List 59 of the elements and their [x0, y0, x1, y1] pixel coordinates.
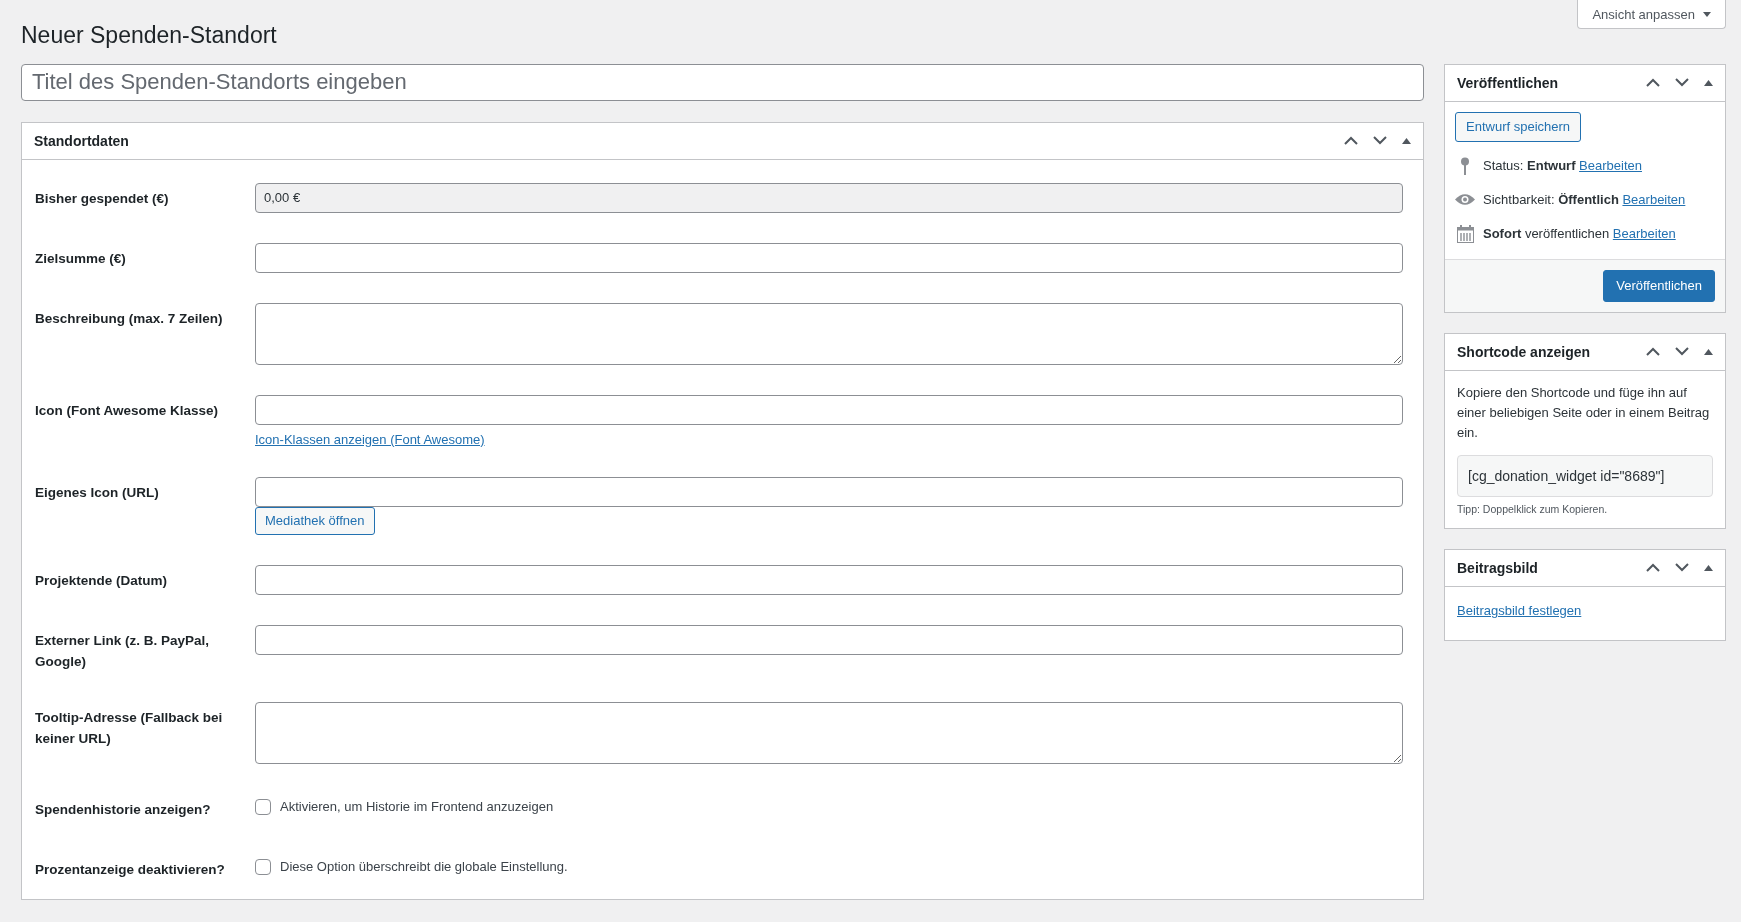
- publish-setting-text: Sichtbarkeit: Öffentlich Bearbeiten: [1483, 192, 1686, 208]
- shortcode-field[interactable]: [cg_donation_widget id="8689"]: [1457, 454, 1713, 497]
- checkbox[interactable]: [255, 798, 271, 815]
- field-label: Eigenes Icon (URL): [35, 483, 160, 502]
- field-label: Bisher gespendet (€): [35, 189, 170, 208]
- edit-link[interactable]: Bearbeiten: [1612, 226, 1676, 242]
- text-area[interactable]: [255, 302, 1403, 365]
- eye-icon: [1455, 193, 1475, 207]
- title-field[interactable]: Titel des Spenden-Standorts eingeben: [21, 63, 1424, 101]
- page-title: Neuer Spenden-Standort: [21, 21, 277, 50]
- chevron-down-icon[interactable]: [1675, 347, 1689, 357]
- media-library-button[interactable]: Mediathek öffnen: [255, 506, 375, 535]
- checkbox-label: Aktivieren, um Historie im Frontend anzuzeigen: [280, 799, 554, 815]
- caret-icon: [1703, 11, 1711, 17]
- chevron-down-icon[interactable]: [1373, 136, 1387, 146]
- pin-icon: [1460, 156, 1470, 175]
- collapse-triangle-icon[interactable]: [1402, 137, 1411, 144]
- copy-hint: Tipp: Doppelklick zum Kopieren.: [1457, 502, 1609, 515]
- box-title: Standortdaten: [34, 132, 130, 149]
- text-field[interactable]: [255, 476, 1403, 507]
- save-draft-button[interactable]: Entwurf speichern: [1455, 111, 1582, 142]
- text-field[interactable]: [255, 564, 1403, 595]
- collapse-triangle-icon[interactable]: [1704, 79, 1713, 86]
- field-label: Projektende (Datum): [35, 571, 169, 590]
- chevron-down-icon[interactable]: [1675, 563, 1689, 573]
- publish-setting-text: Status: Entwurf Bearbeiten: [1483, 158, 1642, 174]
- text-field[interactable]: [255, 394, 1403, 425]
- chevron-down-icon[interactable]: [1675, 78, 1689, 88]
- checkbox-label: Diese Option überschreibt die globale Einstellung.: [280, 859, 568, 875]
- screen-options-button[interactable]: Ansicht anpassen: [1577, 0, 1726, 29]
- chevron-up-icon[interactable]: [1646, 347, 1660, 357]
- box-title: Veröffentlichen: [1457, 74, 1560, 91]
- shortcode-description: Kopiere den Shortcode und füge ihn auf einer beliebigen Seite oder in einem Beitrag ein.: [1457, 383, 1711, 442]
- chevron-up-icon[interactable]: [1344, 136, 1358, 146]
- field-label: Zielsumme (€): [35, 249, 127, 268]
- edit-link[interactable]: Bearbeiten: [1579, 158, 1642, 174]
- collapse-triangle-icon[interactable]: [1704, 348, 1713, 355]
- collapse-triangle-icon[interactable]: [1704, 564, 1713, 571]
- field-label: Prozentanzeige deaktivieren?: [35, 860, 226, 879]
- text-field[interactable]: [255, 242, 1403, 273]
- text-field[interactable]: [255, 624, 1403, 655]
- field-label: Beschreibung (max. 7 Zeilen): [35, 309, 224, 328]
- field-label: Icon (Font Awesome Klasse): [35, 401, 220, 420]
- icon-classes-link[interactable]: Icon-Klassen anzeigen (Font Awesome): [255, 431, 485, 447]
- box-title: Beitragsbild: [1457, 559, 1539, 576]
- text-area[interactable]: [255, 701, 1403, 764]
- field-label: Externer Link (z. B. PayPal, Google): [35, 631, 211, 671]
- field-label: Tooltip-Adresse (Fallback bei keiner URL): [35, 708, 224, 748]
- chevron-up-icon[interactable]: [1646, 563, 1660, 573]
- text-field[interactable]: 0,00 €: [255, 182, 1403, 213]
- box-title: Shortcode anzeigen: [1457, 343, 1592, 360]
- publish-setting-text: Sofort veröffentlichen Bearbeiten: [1483, 226, 1676, 242]
- checkbox[interactable]: [255, 858, 271, 875]
- chevron-up-icon[interactable]: [1646, 78, 1660, 88]
- set-featured-image-link[interactable]: Beitragsbild festlegen: [1457, 602, 1582, 618]
- publish-button[interactable]: Veröffentlichen: [1603, 269, 1715, 302]
- edit-link[interactable]: Bearbeiten: [1622, 192, 1686, 208]
- calendar-icon: [1456, 224, 1474, 243]
- field-label: Spendenhistorie anzeigen?: [35, 800, 212, 819]
